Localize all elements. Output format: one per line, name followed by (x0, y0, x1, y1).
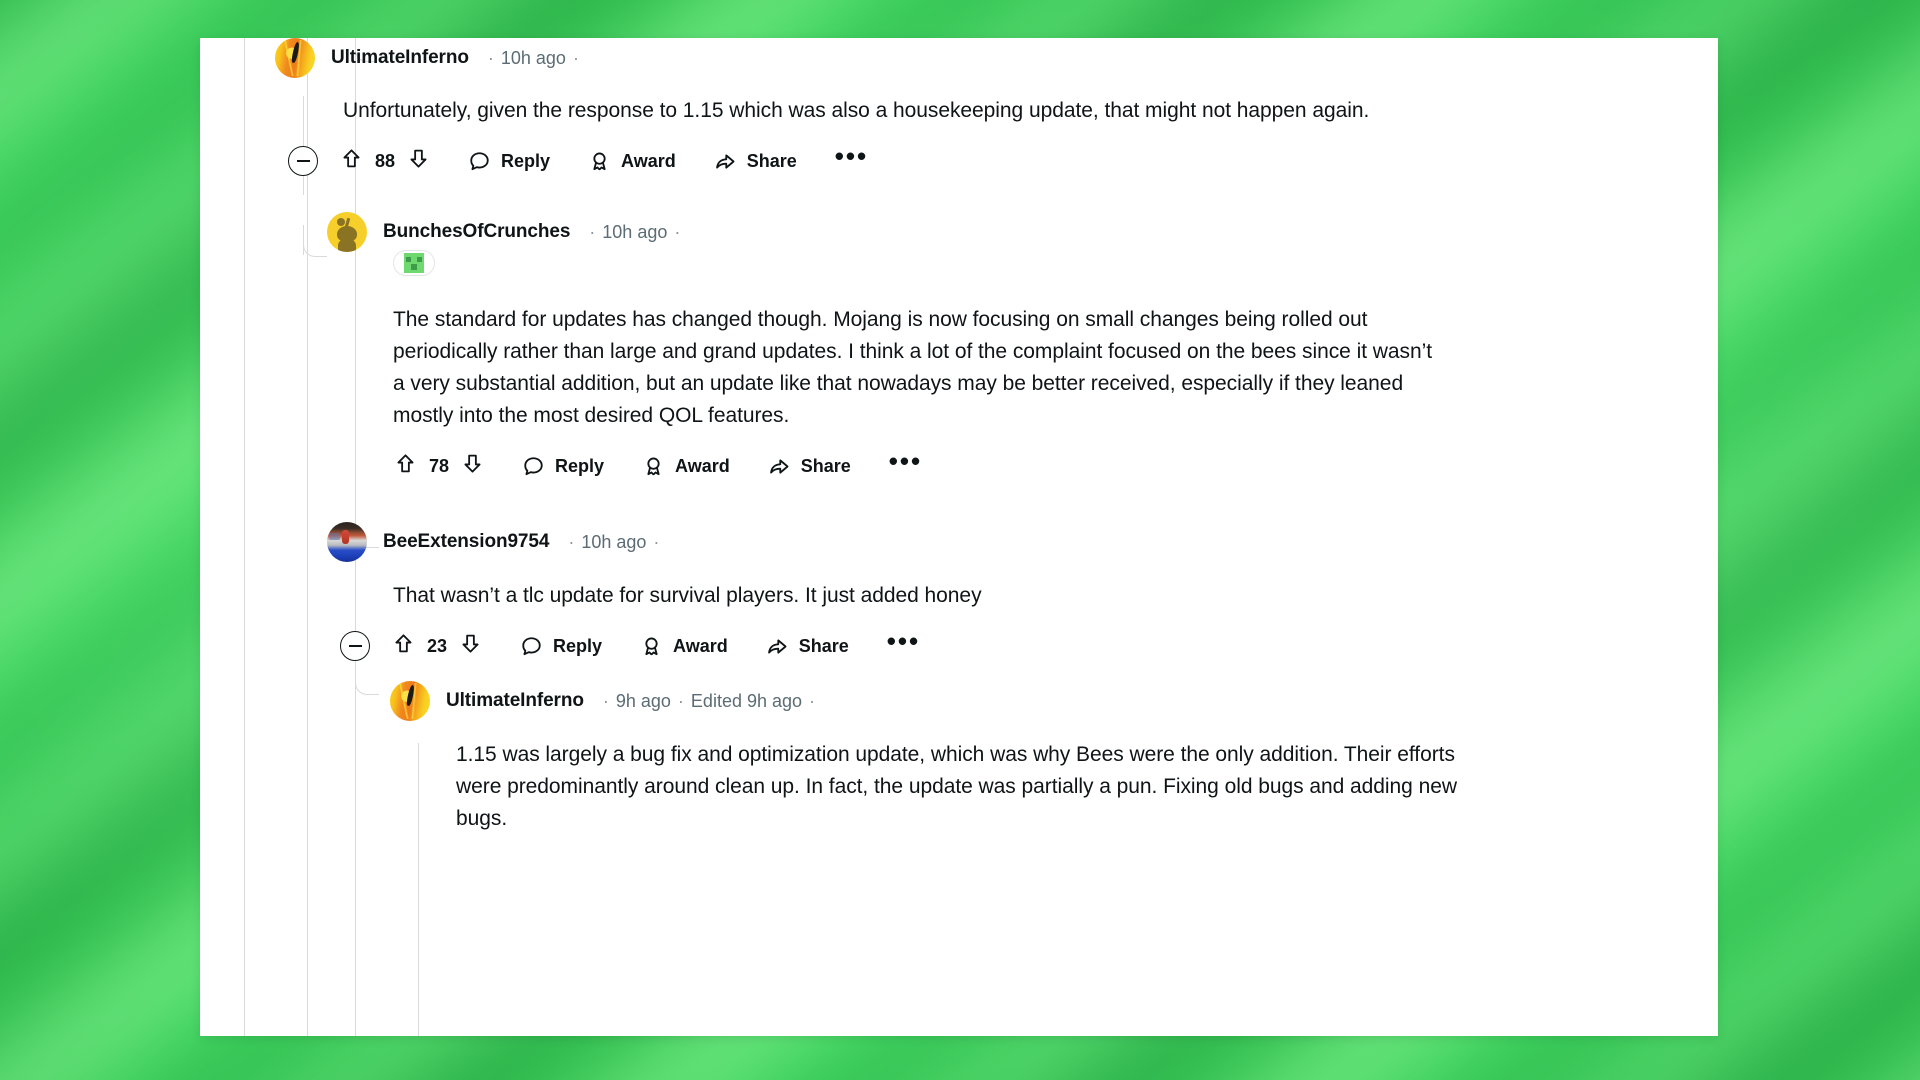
avatar[interactable] (275, 38, 315, 78)
comment-actions-c2: 78 Reply Award Share ••• (394, 448, 1707, 484)
share-button[interactable]: Share (768, 455, 851, 478)
share-arrow-icon (766, 635, 789, 658)
reply-label: Reply (501, 150, 551, 171)
award-ribbon-icon (588, 150, 611, 173)
overflow-menu-button[interactable]: ••• (835, 143, 868, 171)
award-button[interactable]: Award (588, 150, 676, 173)
minus-icon (348, 645, 362, 647)
comment-meta: · 10h ago · (481, 48, 586, 69)
comment-bubble-icon (522, 455, 545, 478)
comment-timestamp: 10h ago (581, 531, 647, 552)
comment-timestamp: 10h ago (602, 221, 668, 242)
avatar[interactable] (327, 522, 367, 562)
comment-bubble-icon (520, 635, 543, 658)
share-arrow-icon (768, 455, 791, 478)
reply-label: Reply (553, 635, 603, 656)
comment-c3: BeeExtension9754 · 10h ago · That wasn’t a… (327, 522, 1707, 664)
comment-body: Unfortunately, given the response to 1.1… (343, 99, 1370, 122)
overflow-menu-button[interactable]: ••• (889, 448, 922, 476)
thread-connector-c4 (355, 669, 379, 695)
comment-author[interactable]: BeeExtension9754 (383, 531, 549, 553)
comment-header-c4: UltimateInferno · 9h ago · Edited 9h ago · (390, 681, 1710, 721)
meta-bullet-end: · (674, 221, 681, 242)
share-label: Share (798, 635, 849, 656)
award-label: Award (675, 455, 730, 476)
snoo-body (338, 239, 356, 252)
collapse-button[interactable] (288, 146, 318, 176)
meta-bullet-end: · (572, 47, 579, 68)
award-ribbon-icon (642, 455, 665, 478)
vote-group: 88 (340, 147, 430, 175)
downvote-icon[interactable] (459, 632, 482, 660)
creeper-eye-right (417, 257, 422, 262)
award-label: Award (673, 635, 728, 656)
upvote-icon[interactable] (392, 632, 415, 660)
comment-author[interactable]: UltimateInferno (331, 47, 469, 69)
vote-count: 23 (426, 635, 448, 656)
collapse-button[interactable] (340, 631, 370, 661)
user-flair-badge[interactable] (393, 250, 435, 276)
comment-actions-c3: 23 Reply Award Share ••• (340, 628, 1707, 664)
comment-author[interactable]: BunchesOfCrunches (383, 221, 570, 243)
award-button[interactable]: Award (640, 635, 728, 658)
award-label: Award (621, 150, 676, 171)
overflow-menu-button[interactable]: ••• (887, 628, 920, 656)
comment-author[interactable]: UltimateInferno (446, 690, 584, 712)
meta-bullet-end: · (653, 531, 660, 552)
comment-body: That wasn’t a tlc update for survival pl… (393, 584, 982, 607)
meta-bullet: · (602, 690, 609, 711)
upvote-icon[interactable] (340, 147, 363, 175)
comment-header-c3: BeeExtension9754 · 10h ago · (327, 522, 1707, 562)
vote-group: 78 (394, 452, 484, 480)
comment-header-c2: BunchesOfCrunches · 10h ago · (327, 212, 1707, 252)
meta-bullet-mid: · (677, 690, 684, 711)
meta-bullet-end: · (809, 690, 816, 711)
reply-button[interactable]: Reply (522, 455, 604, 478)
award-button[interactable]: Award (642, 455, 730, 478)
vote-count: 88 (374, 150, 396, 171)
vote-count: 78 (428, 455, 450, 476)
award-ribbon-icon (640, 635, 663, 658)
minus-icon (296, 160, 310, 162)
reply-button[interactable]: Reply (468, 150, 550, 173)
share-button[interactable]: Share (766, 635, 849, 658)
comment-c4: UltimateInferno · 9h ago · Edited 9h ago · 1… (390, 681, 1710, 835)
downvote-icon[interactable] (461, 452, 484, 480)
comment-c1: UltimateInferno · 10h ago · Unfortunately,… (275, 38, 1695, 179)
share-arrow-icon (714, 150, 737, 173)
comment-timestamp: 9h ago (615, 690, 671, 711)
comment-body: The standard for updates has changed tho… (393, 308, 1433, 427)
share-label: Share (746, 150, 797, 171)
comment-meta: · 10h ago · (582, 222, 687, 243)
meta-bullet: · (589, 221, 596, 242)
thread-line-depth-0[interactable] (244, 38, 245, 1036)
creeper-mouth (411, 264, 417, 270)
avatar[interactable] (327, 212, 367, 252)
share-button[interactable]: Share (714, 150, 797, 173)
comment-timestamp: 10h ago (500, 47, 566, 68)
vote-group: 23 (392, 632, 482, 660)
comment-edited: Edited 9h ago (690, 690, 803, 711)
meta-bullet: · (568, 531, 575, 552)
thread-line-depth-1[interactable] (307, 38, 308, 1036)
thread-connector-c2 (303, 231, 327, 257)
minecraft-creeper-icon (404, 253, 424, 273)
comment-actions-c1: 88 Reply Award Share ••• (288, 143, 1695, 179)
creeper-eye-left (406, 257, 411, 262)
share-label: Share (800, 455, 851, 476)
comment-header-c1: UltimateInferno · 10h ago · (275, 38, 1695, 78)
avatar[interactable] (390, 681, 430, 721)
comment-bubble-icon (468, 150, 491, 173)
meta-bullet: · (487, 47, 494, 68)
comment-c2: BunchesOfCrunches · 10h ago · The standard… (327, 212, 1707, 484)
reddit-comment-thread-card: UltimateInferno · 10h ago · Unfortunately,… (200, 38, 1718, 1036)
comment-meta: · 9h ago · Edited 9h ago · (596, 691, 822, 712)
upvote-icon[interactable] (394, 452, 417, 480)
downvote-icon[interactable] (407, 147, 430, 175)
comment-body: 1.15 was largely a bug fix and optimizat… (456, 743, 1457, 830)
comment-meta: · 10h ago · (561, 532, 666, 553)
reply-button[interactable]: Reply (520, 635, 602, 658)
reply-label: Reply (555, 455, 605, 476)
